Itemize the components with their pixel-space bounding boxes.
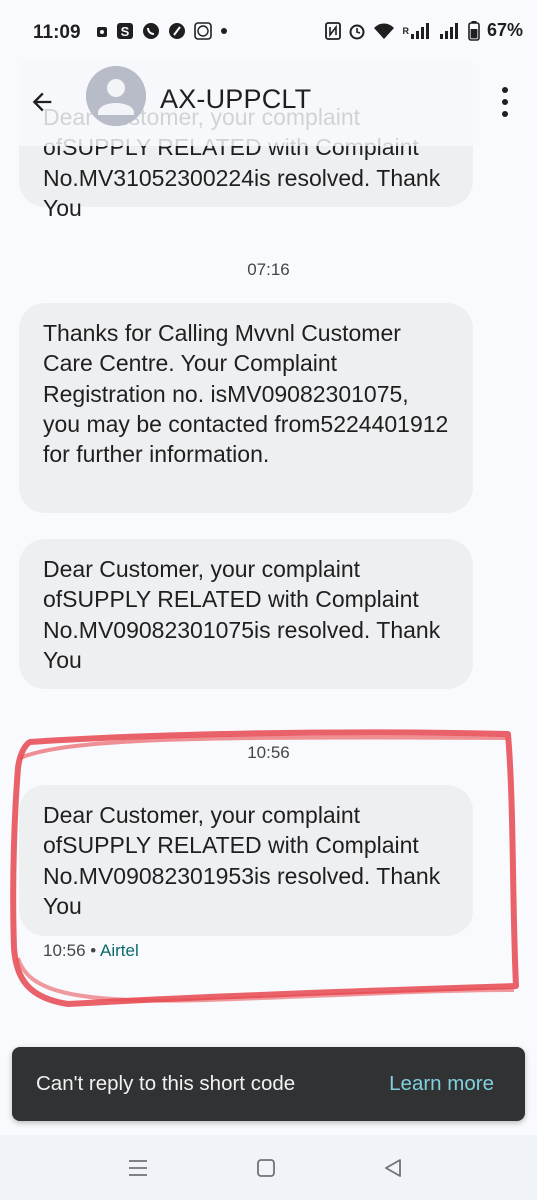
nav-back-button[interactable] <box>375 1153 411 1183</box>
message-text: Thanks for Calling Mvvnl Customer Care C… <box>43 320 449 468</box>
battery-icon <box>468 20 480 41</box>
message-bubble[interactable]: Thanks for Calling Mvvnl Customer Care C… <box>19 303 473 513</box>
home-icon <box>257 1159 275 1177</box>
message-bubble[interactable]: Dear Customer, your complaint ofSUPPLY R… <box>19 539 473 689</box>
person-avatar-icon <box>86 66 146 126</box>
meta-separator: • <box>85 941 101 960</box>
snackbar-message: Can't reply to this short code <box>36 1072 296 1095</box>
more-options-button[interactable] <box>493 80 517 124</box>
more-vert-dot <box>502 99 508 105</box>
more-vert-dot <box>502 111 508 117</box>
avatar[interactable] <box>86 66 146 126</box>
roaming-label: R <box>402 25 409 36</box>
nfc-icon <box>325 21 342 40</box>
notification-icons: S <box>96 22 228 40</box>
arrow-back-icon <box>32 92 52 112</box>
home-button[interactable] <box>248 1153 284 1183</box>
recents-button[interactable] <box>120 1153 156 1183</box>
navigation-bar <box>0 1135 537 1200</box>
status-icons-right: R 67% <box>325 20 523 41</box>
conversation-header: AX-UPPCLT <box>0 62 537 146</box>
cb-icon <box>194 22 212 40</box>
status-time: 11:09 <box>33 22 81 43</box>
message-bubble[interactable]: Dear Customer, your complaint ofSUPPLY R… <box>19 785 473 936</box>
battery-percentage: 67% <box>486 20 523 40</box>
back-button[interactable] <box>24 84 60 120</box>
back-icon <box>385 1159 401 1177</box>
message-text: Dear Customer, your complaint ofSUPPLY R… <box>43 802 441 919</box>
timestamp: 07:16 <box>247 260 290 279</box>
svg-text:S: S <box>121 24 130 39</box>
alarm-icon <box>348 22 366 40</box>
whatsapp-icon <box>142 22 160 40</box>
message-text: Dear Customer, your complaint ofSUPPLY R… <box>43 556 441 673</box>
signal-icon <box>439 22 461 39</box>
timestamp: 10:56 <box>247 743 290 762</box>
signal-icon: R <box>402 22 432 39</box>
more-vert-icon <box>502 87 508 93</box>
swiggy-icon: S <box>116 22 134 40</box>
wifi-icon <box>373 22 395 40</box>
message-time: 10:56 <box>43 941 86 960</box>
contact-name[interactable]: AX-UPPCLT <box>160 84 311 115</box>
photo-notification-icon <box>96 24 108 38</box>
message-meta: 10:56 • Airtel <box>43 941 139 961</box>
learn-more-button[interactable]: Learn more <box>389 1072 494 1096</box>
message-thread[interactable]: Dear Customer, your complaint ofSUPPLY R… <box>0 0 537 1040</box>
recents-icon <box>129 1160 147 1176</box>
status-bar: 11:09 S R 67% <box>0 0 537 62</box>
snackbar: Can't reply to this short code Learn mor… <box>12 1047 525 1121</box>
carrier-label: Airtel <box>100 941 139 960</box>
more-notifications-dot-icon <box>220 27 228 35</box>
app-icon <box>168 22 186 40</box>
